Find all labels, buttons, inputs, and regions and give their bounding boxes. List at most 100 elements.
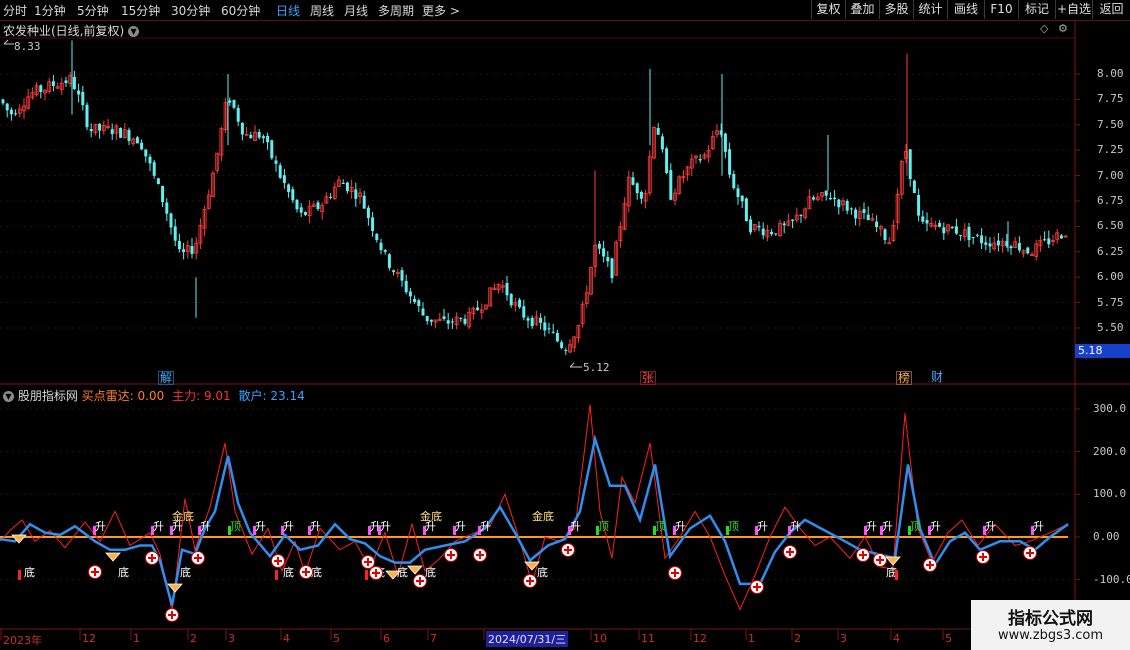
candle-body <box>362 195 366 209</box>
price-tick-label: 7.50 <box>1097 117 1124 131</box>
indicator-tick-label: 300.0 <box>1093 402 1127 415</box>
candle-body <box>761 228 765 236</box>
candle-body <box>539 317 543 323</box>
candle-body <box>345 182 349 192</box>
bottom-signal-label: 底 <box>283 565 294 579</box>
candle-body <box>161 185 165 203</box>
price-tick-label: 5.50 <box>1097 321 1124 334</box>
candle-body <box>177 240 181 250</box>
date-label: 5 <box>945 632 952 645</box>
date-label: 7 <box>430 632 437 645</box>
candle-body <box>665 148 669 173</box>
candle-body <box>408 291 412 297</box>
candle-body <box>278 165 282 178</box>
candle-body <box>1 99 5 104</box>
current-price-badge: 5.18 <box>1075 344 1130 358</box>
candle-body <box>740 195 744 202</box>
date-label: 2023年 <box>3 634 42 647</box>
rise-signal-label: 升 <box>153 520 164 533</box>
candle-body <box>723 133 727 152</box>
candle-body <box>110 129 114 135</box>
price-tick-label: 8.00 <box>1097 67 1124 80</box>
candle-body <box>270 140 274 159</box>
candle-body <box>190 246 194 254</box>
candle-body <box>606 257 610 262</box>
diamond-signal-icon <box>407 565 423 575</box>
candle-body <box>421 308 425 316</box>
event-tag-unlock[interactable]: 解 <box>158 371 175 385</box>
candle-body <box>371 217 375 231</box>
rise-signal-label: 升 <box>200 520 211 533</box>
candle-body <box>833 197 837 200</box>
candle-body <box>736 188 740 197</box>
candle-body <box>610 258 614 279</box>
bottom-bar-marker <box>895 570 898 580</box>
candle-body <box>656 128 660 135</box>
event-tag-limit-up[interactable]: 张 <box>640 371 657 385</box>
candle-body <box>837 199 841 208</box>
candle-body <box>526 318 530 321</box>
candle-body <box>883 229 887 240</box>
indicator-tick-label: -100.0 <box>1093 572 1130 586</box>
candle-body <box>291 189 295 201</box>
candle-body <box>392 270 396 273</box>
price-tick-label: 6.25 <box>1097 244 1124 258</box>
rise-signal-label: 升 <box>930 520 941 533</box>
candle-body <box>854 209 858 219</box>
candle-body <box>341 183 345 184</box>
rise-signal-label: 升 <box>866 520 877 533</box>
date-label: 1 <box>133 632 140 645</box>
candle-body <box>228 100 232 103</box>
date-label: 11 <box>641 632 655 645</box>
candle-body <box>732 174 736 189</box>
candle-body <box>988 243 992 247</box>
candle-body <box>417 300 421 306</box>
candle-body <box>757 225 761 228</box>
candle-body <box>232 100 236 108</box>
event-tag-ranking[interactable]: 榜 <box>896 371 913 385</box>
candle-body <box>240 122 244 135</box>
candle-body <box>148 156 152 164</box>
rise-signal-label: 升 <box>455 520 466 533</box>
candle-body <box>698 159 702 161</box>
candle-body <box>236 107 240 122</box>
candle-body <box>383 249 387 252</box>
indicator-tick-label: 200.0 <box>1093 444 1127 458</box>
price-tick-label: 6.00 <box>1097 270 1124 284</box>
candle-body <box>967 226 971 240</box>
candle-body <box>261 136 265 139</box>
candle-body <box>849 208 853 210</box>
date-label: 4 <box>893 632 900 645</box>
candle-body <box>980 235 984 244</box>
candle-body <box>165 202 169 214</box>
candle-body <box>774 233 778 235</box>
candle-body <box>749 219 753 233</box>
candle-body <box>387 254 391 268</box>
candle-body <box>509 294 513 306</box>
bottom-signal-label: 底 <box>180 565 191 579</box>
candle-body <box>156 178 160 184</box>
candle-body <box>459 317 463 319</box>
candle-body <box>639 192 643 199</box>
date-label: 1 <box>748 632 755 645</box>
event-tag-finance[interactable]: 财 <box>930 371 944 383</box>
candle-body <box>996 240 1000 246</box>
high-pointer-icon <box>3 39 14 45</box>
candle-body <box>925 219 929 224</box>
bottom-signal-label: 底 <box>537 565 548 579</box>
candle-body <box>555 333 559 342</box>
candle-body <box>984 242 988 245</box>
candle-body <box>299 207 303 213</box>
candle-body <box>169 213 173 228</box>
candle-body <box>89 129 93 132</box>
rise-signal-label: 升 <box>675 520 686 533</box>
candle-body <box>875 221 879 228</box>
candle-body <box>366 207 370 218</box>
candle-body <box>917 195 921 216</box>
candle-body <box>274 160 278 164</box>
candle-body <box>950 226 954 229</box>
rise-signal-label: 升 <box>985 520 996 533</box>
candle-body <box>257 131 261 138</box>
candle-body <box>144 149 148 157</box>
stock-chart[interactable]: 升升升升升升升升升升升升升升升升升升升升升顶顶顶顶顶金底 金底 金底底底底底底底底底… <box>0 0 1130 650</box>
